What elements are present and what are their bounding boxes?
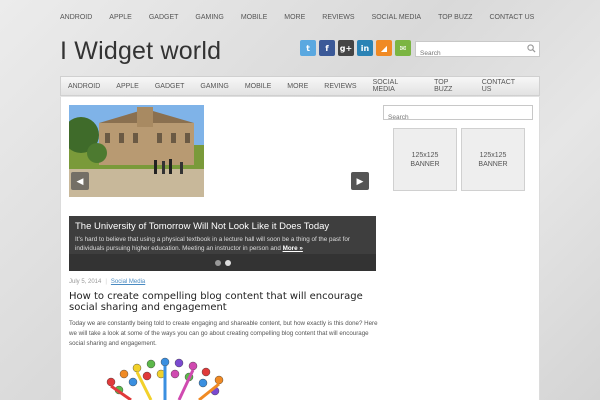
sidebar-search[interactable] (383, 105, 533, 124)
main-nav-item-apple[interactable]: APPLE (116, 83, 139, 90)
slider-prev-button[interactable]: ◀ (71, 172, 89, 190)
colorful-figures-image (106, 357, 224, 400)
header-search[interactable] (415, 41, 540, 61)
facebook-icon[interactable]: f (319, 40, 335, 56)
top-nav-item-gadget[interactable]: GADGET (149, 10, 179, 26)
meta-separator: | (105, 279, 107, 285)
slider-next-button[interactable]: ▶ (351, 172, 369, 190)
google-plus-icon[interactable]: g+ (338, 40, 354, 56)
banner-size: 125x125 (411, 151, 439, 159)
top-nav-item-android[interactable]: ANDROID (60, 10, 92, 26)
rss-icon[interactable]: ◢ (376, 40, 392, 56)
chevron-right-icon: ▶ (356, 175, 364, 186)
main-nav-item-android[interactable]: ANDROID (68, 83, 100, 90)
post-title[interactable]: How to create compelling blog content th… (69, 291, 379, 313)
site-title[interactable]: I Widget world (60, 36, 221, 66)
slide-more-link[interactable]: More » (283, 245, 303, 252)
top-nav-item-contact-us[interactable]: CONTACT US (489, 10, 534, 26)
main-content: ◀ ▶ The University of Tomorrow Will Not … (60, 97, 540, 400)
top-nav-item-apple[interactable]: APPLE (109, 10, 132, 26)
top-nav-item-top-buzz[interactable]: TOP BUZZ (438, 10, 472, 26)
main-nav-item-social-media[interactable]: SOCIAL MEDIA (373, 79, 419, 93)
banner-label: BANNER (410, 160, 440, 168)
main-nav: ANDROID APPLE GADGET GAMING MOBILE MORE REVIEW… (60, 76, 540, 96)
post-category-link[interactable]: Social Media (111, 279, 145, 285)
top-nav-item-gaming[interactable]: GAMING (195, 10, 223, 26)
chevron-left-icon: ◀ (76, 175, 84, 186)
ad-banner-1[interactable]: 125x125 BANNER (393, 128, 457, 191)
main-nav-item-reviews[interactable]: REVIEWS (324, 83, 356, 90)
main-nav-item-more[interactable]: MORE (287, 83, 308, 90)
slider-pagination (69, 254, 376, 271)
slide-excerpt: It’s hard to believe that using a physic… (75, 235, 370, 253)
main-nav-item-gaming[interactable]: GAMING (200, 83, 228, 90)
main-nav-item-mobile[interactable]: MOBILE (245, 83, 271, 90)
twitter-icon[interactable]: t (300, 40, 316, 56)
header-search-input[interactable] (416, 46, 524, 61)
main-nav-item-top-buzz[interactable]: TOP BUZZ (434, 79, 466, 93)
campus-photo (69, 105, 204, 197)
search-icon[interactable] (527, 44, 536, 53)
main-nav-item-contact-us[interactable]: CONTACT US (482, 79, 523, 93)
post-meta: July 5, 2014 | Social Media (69, 279, 145, 285)
post-image[interactable] (91, 352, 241, 400)
top-nav: ANDROID APPLE GADGET GAMING MOBILE MORE REVIEW… (60, 10, 551, 26)
social-icons: t f g+ in ◢ ✉ (300, 40, 414, 56)
sidebar-search-input[interactable] (384, 111, 524, 124)
slide-excerpt-text: It’s hard to believe that using a physic… (75, 236, 351, 252)
top-nav-item-more[interactable]: MORE (284, 10, 305, 26)
main-nav-item-gadget[interactable]: GADGET (155, 83, 185, 90)
slider-dot[interactable] (214, 259, 221, 266)
slider-dot[interactable] (224, 259, 231, 266)
post-date: July 5, 2014 (69, 279, 102, 285)
email-icon[interactable]: ✉ (395, 40, 411, 56)
ad-banner-2[interactable]: 125x125 BANNER (461, 128, 525, 191)
slide-image[interactable] (69, 105, 204, 197)
slide-title[interactable]: The University of Tomorrow Will Not Look… (75, 221, 370, 232)
top-nav-item-mobile[interactable]: MOBILE (241, 10, 267, 26)
top-nav-item-social-media[interactable]: SOCIAL MEDIA (372, 10, 422, 26)
top-nav-item-reviews[interactable]: REVIEWS (322, 10, 354, 26)
banner-size: 125x125 (479, 151, 507, 159)
linkedin-icon[interactable]: in (357, 40, 373, 56)
post-excerpt: Today we are constantly being told to cr… (69, 320, 378, 347)
banner-label: BANNER (478, 160, 508, 168)
